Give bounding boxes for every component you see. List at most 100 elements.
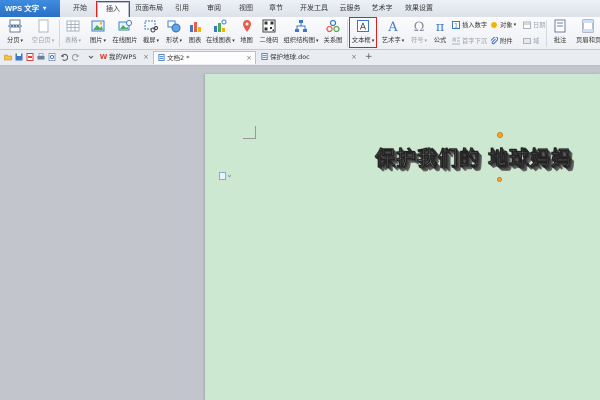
picture-icon xyxy=(91,20,105,32)
wordart-button[interactable]: A 艺术字▾ xyxy=(380,19,406,44)
insert-number-button[interactable]: 1 插入数字 xyxy=(452,20,487,29)
textbox-icon: A xyxy=(357,20,369,33)
comment-label: 批注 xyxy=(553,37,567,44)
document-workspace: 保护我们的 地球妈妈 xyxy=(0,66,600,400)
chart-label: 图表 xyxy=(188,37,202,44)
screenshot-button[interactable]: 截屏▾ xyxy=(142,19,160,44)
online-chart-icon xyxy=(214,19,227,32)
field-button[interactable]: 域 xyxy=(523,36,539,45)
map-pin-icon xyxy=(242,20,251,32)
wordart-label: 艺术字 xyxy=(381,37,401,44)
rotate-handle[interactable] xyxy=(497,132,503,138)
document-page[interactable]: 保护我们的 地球妈妈 xyxy=(205,74,600,400)
chevron-down-icon: ▾ xyxy=(78,38,82,44)
qrcode-label: 二维码 xyxy=(259,37,279,44)
chevron-down-icon: ▾ xyxy=(20,38,24,44)
page-break-button[interactable]: 分页▾ xyxy=(5,19,25,44)
org-chart-button[interactable]: 组织结构图▾ xyxy=(283,19,319,44)
shape-button[interactable]: 形状▾ xyxy=(164,19,184,44)
tab-references[interactable]: 引用 xyxy=(170,2,194,15)
new-tab-button[interactable]: + xyxy=(363,51,375,64)
drop-cap-icon xyxy=(452,37,460,44)
map-label: 地图 xyxy=(240,37,253,44)
tab-effects[interactable]: 效果设置 xyxy=(401,2,437,15)
customize-chevron-icon[interactable] xyxy=(87,53,95,61)
wordart-text[interactable]: 保护我们的 地球妈妈 xyxy=(375,142,572,171)
chart-button[interactable]: 图表 xyxy=(187,19,203,44)
object-button[interactable]: 对象 ▾ xyxy=(490,20,516,29)
omega-icon: Ω xyxy=(414,20,425,33)
qrcode-icon xyxy=(262,19,276,33)
doc-tab-label: 文档2 * xyxy=(167,54,190,62)
drop-cap-label: 首字下沉 xyxy=(462,38,488,45)
chevron-down-icon: ▾ xyxy=(179,38,183,44)
online-picture-button[interactable]: 在线图片 xyxy=(112,19,138,44)
symbol-label: 符号 xyxy=(410,37,424,44)
tab-page-layout[interactable]: 页面布局 xyxy=(130,2,168,15)
app-menu-button[interactable]: WPS 文字 ▾ xyxy=(0,0,60,17)
screenshot-label: 截屏 xyxy=(142,37,156,44)
attachment-button[interactable]: 附件 xyxy=(490,36,513,45)
save-icon[interactable] xyxy=(15,53,23,61)
date-button[interactable]: 日期 xyxy=(523,20,546,29)
chevron-down-icon: ▾ xyxy=(43,6,47,12)
resize-handle[interactable] xyxy=(497,177,502,182)
tab-developer[interactable]: 开发工具 xyxy=(296,2,332,15)
close-icon[interactable]: × xyxy=(351,51,357,64)
tab-review[interactable]: 审阅 xyxy=(202,2,226,15)
print-preview-icon[interactable] xyxy=(48,53,56,61)
tab-home[interactable]: 开始 xyxy=(64,2,96,15)
number-icon: 1 xyxy=(452,20,460,29)
date-label: 日期 xyxy=(533,22,546,29)
drop-cap-button[interactable]: 首字下沉 xyxy=(452,36,487,45)
doc-tab-document2[interactable]: 文档2 * × xyxy=(153,51,256,64)
qrcode-button[interactable]: 二维码 xyxy=(258,19,280,44)
blank-page-icon xyxy=(38,19,49,33)
ribbon-divider xyxy=(59,20,60,47)
print-icon[interactable] xyxy=(37,53,45,61)
paragraph-layout-icon[interactable] xyxy=(219,172,233,180)
close-icon[interactable]: × xyxy=(246,52,252,65)
table-button[interactable]: 表格▾ xyxy=(63,19,83,44)
formula-button[interactable]: π 公式 xyxy=(432,19,448,44)
tab-wordart[interactable]: 艺术字 xyxy=(368,2,396,15)
comment-button[interactable]: 批注 xyxy=(551,19,569,44)
blank-page-button[interactable]: 空白页▾ xyxy=(30,19,56,44)
wps-logo-icon: W xyxy=(100,53,107,60)
map-button[interactable]: 地图 xyxy=(238,19,255,44)
chevron-down-icon: ▾ xyxy=(156,38,160,44)
table-label: 表格 xyxy=(64,37,78,44)
pdf-export-icon[interactable] xyxy=(26,53,34,61)
online-chart-button[interactable]: 在线图表▾ xyxy=(206,19,235,44)
tab-view[interactable]: 视图 xyxy=(234,2,258,15)
chevron-down-icon: ▾ xyxy=(232,38,235,44)
chevron-down-icon: ▾ xyxy=(513,21,517,28)
tab-cloud[interactable]: 云服务 xyxy=(336,2,364,15)
header-footer-button[interactable]: 页眉和页 xyxy=(576,19,600,44)
open-folder-icon[interactable] xyxy=(4,53,12,61)
relation-chart-button[interactable]: 关系图 xyxy=(322,19,344,44)
wordart-icon: A xyxy=(387,20,398,33)
doc-tab-protect-earth[interactable]: 保护地球.doc × xyxy=(257,51,360,64)
redo-icon[interactable] xyxy=(72,53,80,61)
textbox-button[interactable]: A 文本框▾ xyxy=(349,17,377,48)
relation-chart-label: 关系图 xyxy=(323,37,343,44)
chevron-down-icon: ▾ xyxy=(103,38,107,44)
header-footer-icon xyxy=(582,19,594,33)
blank-page-label: 空白页 xyxy=(31,37,51,44)
textbox-label: 文本框 xyxy=(351,37,371,44)
paperclip-icon xyxy=(490,36,498,44)
pi-icon: π xyxy=(436,20,445,33)
relation-chart-icon xyxy=(326,19,340,33)
undo-icon[interactable] xyxy=(60,53,68,61)
symbol-button[interactable]: Ω 符号▾ xyxy=(410,19,428,44)
document-icon xyxy=(158,54,165,61)
picture-label: 图片 xyxy=(89,37,103,44)
chevron-down-icon: ▾ xyxy=(401,38,405,44)
close-icon[interactable]: × xyxy=(143,51,149,64)
picture-button[interactable]: 图片▾ xyxy=(88,19,108,44)
doc-tab-my-wps[interactable]: W 我的WPS × xyxy=(96,51,152,64)
tab-chapter[interactable]: 章节 xyxy=(264,2,288,15)
tab-insert[interactable]: 插入 xyxy=(96,1,130,18)
table-icon xyxy=(66,20,80,32)
